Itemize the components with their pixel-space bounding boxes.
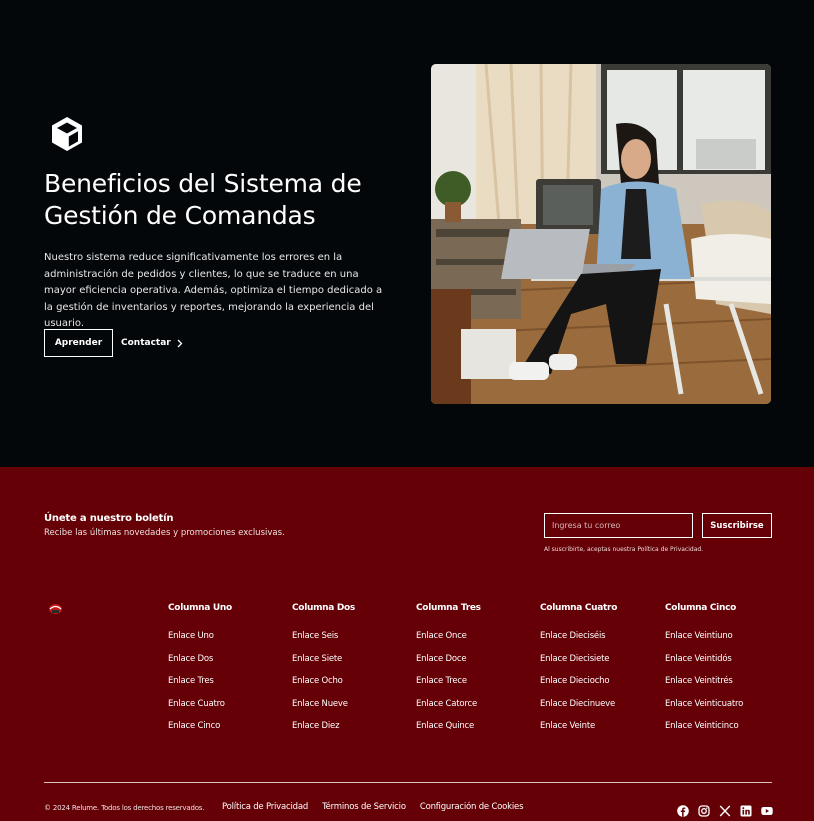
- hero-description: Nuestro sistema reduce significativament…: [44, 252, 383, 329]
- footer-link[interactable]: Enlace Veintiuno: [665, 630, 785, 653]
- youtube-icon[interactable]: [761, 802, 773, 815]
- facebook-icon[interactable]: [677, 802, 689, 817]
- footer-column-3: Columna Tres Enlace Once Enlace Doce Enl…: [416, 603, 536, 743]
- footer-link[interactable]: Enlace Trece: [416, 675, 536, 698]
- hero-section: Beneficios del Sistema de Gestión de Com…: [0, 0, 814, 467]
- column-title: Columna Dos: [292, 603, 355, 613]
- cookie-settings-link[interactable]: Configuración de Cookies: [420, 802, 524, 812]
- footer-divider: [44, 782, 772, 783]
- column-title: Columna Uno: [168, 603, 232, 613]
- email-input[interactable]: [544, 513, 693, 538]
- footer-link[interactable]: Enlace Tres: [168, 675, 288, 698]
- instagram-icon[interactable]: [698, 802, 710, 817]
- contact-button-label: Contactar: [121, 338, 171, 348]
- hero-title: Beneficios del Sistema de Gestión de Com…: [44, 169, 362, 230]
- footer-link[interactable]: Enlace Doce: [416, 653, 536, 676]
- footer-link[interactable]: Enlace Veintidós: [665, 653, 785, 676]
- linkedin-icon[interactable]: [740, 802, 752, 817]
- footer-link[interactable]: Enlace Catorce: [416, 698, 536, 721]
- footer-link[interactable]: Enlace Ocho: [292, 675, 412, 698]
- footer-link[interactable]: Enlace Dieciséis: [540, 630, 660, 653]
- social-links: [677, 802, 773, 817]
- legal-links: Política de Privacidad Términos de Servi…: [222, 802, 524, 812]
- newsletter-subtitle: Recibe las últimas novedades y promocion…: [44, 528, 285, 538]
- cube-icon: [52, 117, 82, 151]
- footer-column-1: Columna Uno Enlace Uno Enlace Dos Enlace…: [168, 603, 288, 743]
- woman-with-laptop-photo: [431, 64, 771, 404]
- terms-link[interactable]: Términos de Servicio: [322, 802, 406, 812]
- learn-button[interactable]: Aprender: [44, 329, 113, 357]
- column-title: Columna Tres: [416, 603, 481, 613]
- column-title: Columna Cinco: [665, 603, 736, 613]
- footer: Únete a nuestro boletín Recibe las últim…: [0, 467, 814, 821]
- newsletter-title: Únete a nuestro boletín: [44, 513, 174, 524]
- column-title: Columna Cuatro: [540, 603, 618, 613]
- footer-link[interactable]: Enlace Once: [416, 630, 536, 653]
- privacy-policy-link[interactable]: Política de Privacidad: [222, 802, 308, 812]
- footer-link[interactable]: Enlace Uno: [168, 630, 288, 653]
- footer-link[interactable]: Enlace Nueve: [292, 698, 412, 721]
- footer-link[interactable]: Enlace Veinticuatro: [665, 698, 785, 721]
- footer-link[interactable]: Enlace Seis: [292, 630, 412, 653]
- footer-link[interactable]: Enlace Veinticinco: [665, 720, 785, 743]
- footer-link[interactable]: Enlace Cuatro: [168, 698, 288, 721]
- footer-link[interactable]: Enlace Dieciocho: [540, 675, 660, 698]
- footer-link[interactable]: Enlace Siete: [292, 653, 412, 676]
- chevron-right-icon: [177, 339, 183, 347]
- footer-column-2: Columna Dos Enlace Seis Enlace Siete Enl…: [292, 603, 412, 743]
- newsletter-note: Al suscribirte, aceptas nuestra Política…: [544, 546, 704, 553]
- footer-link[interactable]: Enlace Veintitrés: [665, 675, 785, 698]
- footer-link[interactable]: Enlace Quince: [416, 720, 536, 743]
- footer-column-4: Columna Cuatro Enlace Dieciséis Enlace D…: [540, 603, 660, 743]
- contact-button[interactable]: Contactar: [121, 335, 183, 351]
- subscribe-button[interactable]: Suscribirse: [702, 513, 772, 538]
- footer-link[interactable]: Enlace Cinco: [168, 720, 288, 743]
- footer-link[interactable]: Enlace Diecisiete: [540, 653, 660, 676]
- footer-link[interactable]: Enlace Dos: [168, 653, 288, 676]
- footer-link[interactable]: Enlace Veinte: [540, 720, 660, 743]
- footer-link[interactable]: Enlace Diez: [292, 720, 412, 743]
- footer-link[interactable]: Enlace Diecinueve: [540, 698, 660, 721]
- x-icon[interactable]: [719, 802, 731, 817]
- brand-logo-icon[interactable]: [48, 603, 63, 615]
- copyright: © 2024 Relume. Todos los derechos reserv…: [44, 804, 205, 812]
- footer-column-5: Columna Cinco Enlace Veintiuno Enlace Ve…: [665, 603, 785, 743]
